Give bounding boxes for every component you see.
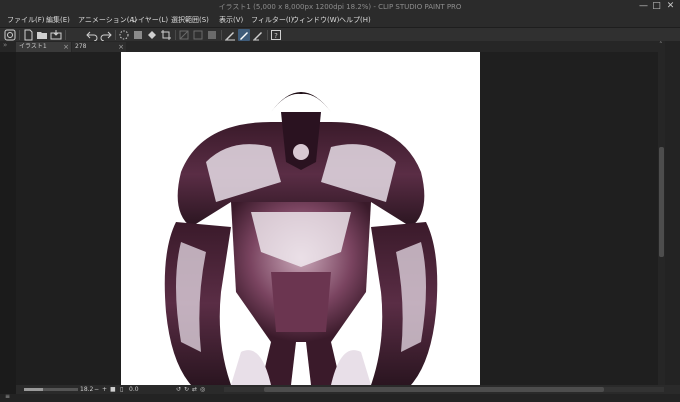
svg-text:?: ?: [274, 32, 278, 40]
rotation-angle: 0.0: [129, 386, 139, 393]
tab-label: 278: [75, 43, 87, 50]
left-dock: [0, 52, 16, 394]
toolbar-divider: [65, 30, 66, 40]
toolbar-divider: [175, 30, 176, 40]
bottom-bar: ≡: [0, 393, 680, 402]
transform-icon[interactable]: [178, 29, 190, 41]
toolbar-divider: [19, 30, 20, 40]
reset-rotation-icon[interactable]: ◎: [200, 385, 205, 394]
close-icon[interactable]: ×: [63, 42, 69, 52]
expand-left-icon[interactable]: »: [3, 41, 7, 49]
menu-animation[interactable]: アニメーション(A): [78, 15, 137, 25]
tab-illust1[interactable]: イラスト1 ×: [16, 42, 71, 52]
transform-layer-icon[interactable]: [192, 29, 204, 41]
canvas-artboard[interactable]: [121, 52, 480, 385]
pen-active-icon[interactable]: [238, 29, 250, 41]
menu-view[interactable]: 表示(V): [219, 15, 243, 25]
new-file-icon[interactable]: [22, 29, 34, 41]
actual-size-icon[interactable]: ▯: [120, 385, 123, 394]
menu-file[interactable]: ファイル(F): [7, 15, 45, 25]
fit-view-icon[interactable]: ■: [110, 385, 116, 394]
menu-window[interactable]: ウィンドウ(W): [292, 15, 339, 25]
toolbar-divider: [115, 30, 116, 40]
pen-pressure-icon[interactable]: [224, 29, 236, 41]
armored-figure-illustration: [164, 92, 438, 385]
rotate-right-icon[interactable]: ↻: [184, 385, 189, 394]
close-icon[interactable]: ×: [118, 42, 124, 52]
menu-filter[interactable]: フィルター(I): [251, 15, 293, 25]
zoom-in-icon[interactable]: +: [102, 385, 107, 394]
clear-outside-icon[interactable]: [132, 29, 144, 41]
menu-selection[interactable]: 選択範囲(S): [171, 15, 209, 25]
fill-icon[interactable]: [146, 29, 158, 41]
menu-help[interactable]: ヘルプ(H): [339, 15, 371, 25]
document-tab-bar: イラスト1 × 278 × » ˄: [0, 41, 680, 52]
open-folder-icon[interactable]: [36, 29, 48, 41]
close-button[interactable]: ✕: [665, 1, 676, 12]
flip-icon[interactable]: [206, 29, 218, 41]
rotate-left-icon[interactable]: ↺: [176, 385, 181, 394]
redo-icon[interactable]: [100, 29, 112, 41]
vertical-scrollbar[interactable]: [658, 52, 665, 385]
toolbar-divider: [221, 30, 222, 40]
zoom-slider[interactable]: [24, 388, 78, 391]
zoom-value: 18.2: [80, 386, 94, 393]
collapse-up-icon[interactable]: ˄: [659, 41, 663, 49]
erase-selection-icon[interactable]: [118, 29, 130, 41]
clip-studio-icon[interactable]: [4, 29, 16, 41]
maximize-button[interactable]: □: [651, 1, 662, 12]
menu-icon[interactable]: ≡: [5, 393, 10, 400]
right-dock: [665, 41, 680, 389]
minimize-button[interactable]: —: [638, 1, 649, 12]
title-bar: イラスト1 (5,000 x 8,000px 1200dpi 18.2%) - …: [0, 0, 680, 13]
menu-edit[interactable]: 編集(E): [46, 15, 70, 25]
zoom-slider-fill: [24, 388, 43, 391]
toolbar-divider: [267, 30, 268, 40]
window-title: イラスト1 (5,000 x 8,000px 1200dpi 18.2%) - …: [218, 3, 462, 11]
command-bar: ?: [0, 27, 680, 41]
horizontal-scrollbar[interactable]: [224, 387, 664, 392]
crop-icon[interactable]: [160, 29, 172, 41]
menu-layer[interactable]: レイヤー(L): [131, 15, 168, 25]
tab-label: イラスト1: [19, 43, 47, 50]
zoom-out-icon[interactable]: −: [94, 385, 99, 394]
menu-bar: ファイル(F) 編集(E) アニメーション(A) レイヤー(L) 選択範囲(S)…: [0, 13, 680, 27]
undo-icon[interactable]: [86, 29, 98, 41]
scrollbar-thumb[interactable]: [264, 387, 604, 392]
save-icon[interactable]: [50, 29, 62, 41]
help-icon[interactable]: ?: [270, 29, 282, 41]
status-bar: 18.2 − + ■ ▯ 0.0 ↺ ↻ ⇄ ◎: [16, 385, 680, 394]
pen-setting-icon[interactable]: [252, 29, 264, 41]
flip-horizontal-icon[interactable]: ⇄: [192, 385, 197, 394]
tab-278[interactable]: 278 ×: [72, 42, 126, 52]
scrollbar-thumb[interactable]: [659, 147, 664, 257]
